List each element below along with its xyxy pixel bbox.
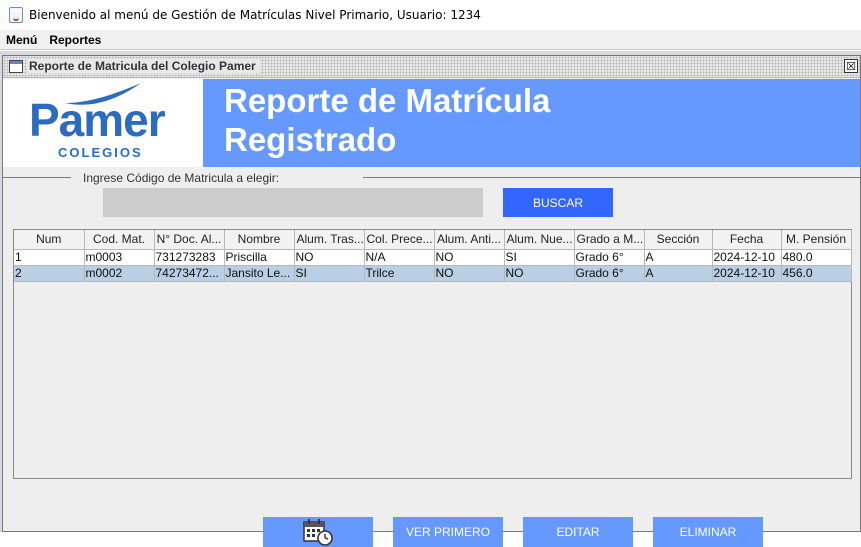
- table-header-row: Num Cod. Mat. N° Doc. Al... Nombre Alum.…: [14, 230, 852, 250]
- cell-alum-traslado[interactable]: SI: [294, 265, 365, 282]
- header-num[interactable]: Num: [14, 230, 85, 250]
- internal-frame-title: Reporte de Matricula del Colegio Pamer: [27, 59, 260, 73]
- cell-alum-antiguo[interactable]: NO: [434, 249, 505, 266]
- close-icon: ☒: [846, 59, 856, 73]
- cell-doc-alumno[interactable]: 74273472...: [154, 265, 225, 282]
- cell-nombre[interactable]: Priscilla: [224, 249, 295, 266]
- pamer-logo: Pamer COLEGIOS: [3, 79, 203, 167]
- menu-menu[interactable]: Menú: [0, 33, 43, 47]
- calendar-clock-icon: [303, 519, 333, 546]
- cell-pension[interactable]: 456.0: [781, 265, 852, 282]
- cell-cod-mat[interactable]: m0003: [84, 249, 155, 266]
- search-label: Ingrese Código de Matricula a elegir:: [83, 171, 280, 185]
- editar-button[interactable]: EDITAR: [523, 517, 633, 547]
- cell-num[interactable]: 1: [14, 249, 85, 266]
- header-alum-traslado[interactable]: Alum. Tras...: [294, 230, 365, 250]
- frame-icon: [9, 60, 23, 73]
- table-row[interactable]: 2 m0002 74273472... Jansito Le... SI Tri…: [14, 265, 852, 282]
- cell-grado[interactable]: Grado 6°: [574, 265, 645, 282]
- window-title: Bienvenido al menú de Gestión de Matrícu…: [29, 8, 481, 22]
- cell-cod-mat[interactable]: m0002: [84, 265, 155, 282]
- cell-fecha[interactable]: 2024-12-10: [712, 249, 782, 266]
- cell-alum-nuevo[interactable]: SI: [504, 249, 575, 266]
- window-titlebar: Bienvenido al menú de Gestión de Matrícu…: [0, 0, 861, 30]
- cell-grado[interactable]: Grado 6°: [574, 249, 645, 266]
- banner-title: Reporte de Matrícula Registrado: [224, 82, 551, 158]
- cell-num[interactable]: 2: [14, 265, 85, 282]
- internal-frame-titlebar[interactable]: Reporte de Matricula del Colegio Pamer ☒: [3, 56, 860, 78]
- logo-subtitle: COLEGIOS: [58, 145, 143, 160]
- report-internal-frame: Reporte de Matricula del Colegio Pamer ☒…: [2, 55, 861, 547]
- header-fecha[interactable]: Fecha: [712, 230, 782, 250]
- menu-reportes[interactable]: Reportes: [43, 33, 107, 47]
- title-banner: Reporte de Matrícula Registrado: [203, 79, 860, 167]
- table-row[interactable]: 1 m0003 731273283 Priscilla NO N/A NO SI…: [14, 249, 852, 266]
- cell-col-procedencia[interactable]: Trilce: [364, 265, 435, 282]
- header-col-procedencia[interactable]: Col. Prece...: [364, 230, 435, 250]
- cell-alum-antiguo[interactable]: NO: [434, 265, 505, 282]
- header-cod-mat[interactable]: Cod. Mat.: [84, 230, 155, 250]
- header-alum-antiguo[interactable]: Alum. Anti...: [434, 230, 505, 250]
- calendar-button[interactable]: [263, 517, 373, 547]
- header-alum-nuevo[interactable]: Alum. Nue...: [504, 230, 575, 250]
- menubar: Menú Reportes: [0, 30, 861, 50]
- group-border-right: [363, 177, 860, 178]
- java-icon: [9, 7, 23, 23]
- eliminar-button[interactable]: ELIMINAR: [653, 517, 763, 547]
- cell-seccion[interactable]: A: [644, 265, 713, 282]
- cell-doc-alumno[interactable]: 731273283: [154, 249, 225, 266]
- group-border-left: [3, 177, 71, 178]
- close-button[interactable]: ☒: [844, 59, 858, 73]
- cell-col-procedencia[interactable]: N/A: [364, 249, 435, 266]
- ver-primero-button[interactable]: VER PRIMERO: [393, 517, 503, 547]
- cell-alum-nuevo[interactable]: NO: [504, 265, 575, 282]
- header-nombre[interactable]: Nombre: [224, 230, 295, 250]
- header-pension[interactable]: M. Pensión: [781, 230, 852, 250]
- search-input[interactable]: [103, 188, 483, 217]
- header-grado[interactable]: Grado a M...: [574, 230, 645, 250]
- logo-word: Pamer: [29, 94, 166, 146]
- cell-fecha[interactable]: 2024-12-10: [712, 265, 782, 282]
- cell-alum-traslado[interactable]: NO: [294, 249, 365, 266]
- cell-pension[interactable]: 480.0: [781, 249, 852, 266]
- cell-seccion[interactable]: A: [644, 249, 713, 266]
- matricula-table[interactable]: Num Cod. Mat. N° Doc. Al... Nombre Alum.…: [13, 229, 852, 479]
- cell-nombre[interactable]: Jansito Le...: [224, 265, 295, 282]
- buscar-button[interactable]: BUSCAR: [503, 188, 613, 217]
- header-doc-alumno[interactable]: N° Doc. Al...: [154, 230, 225, 250]
- header-seccion[interactable]: Sección: [644, 230, 713, 250]
- frame-content: Pamer COLEGIOS Reporte de Matrícula Regi…: [3, 79, 860, 547]
